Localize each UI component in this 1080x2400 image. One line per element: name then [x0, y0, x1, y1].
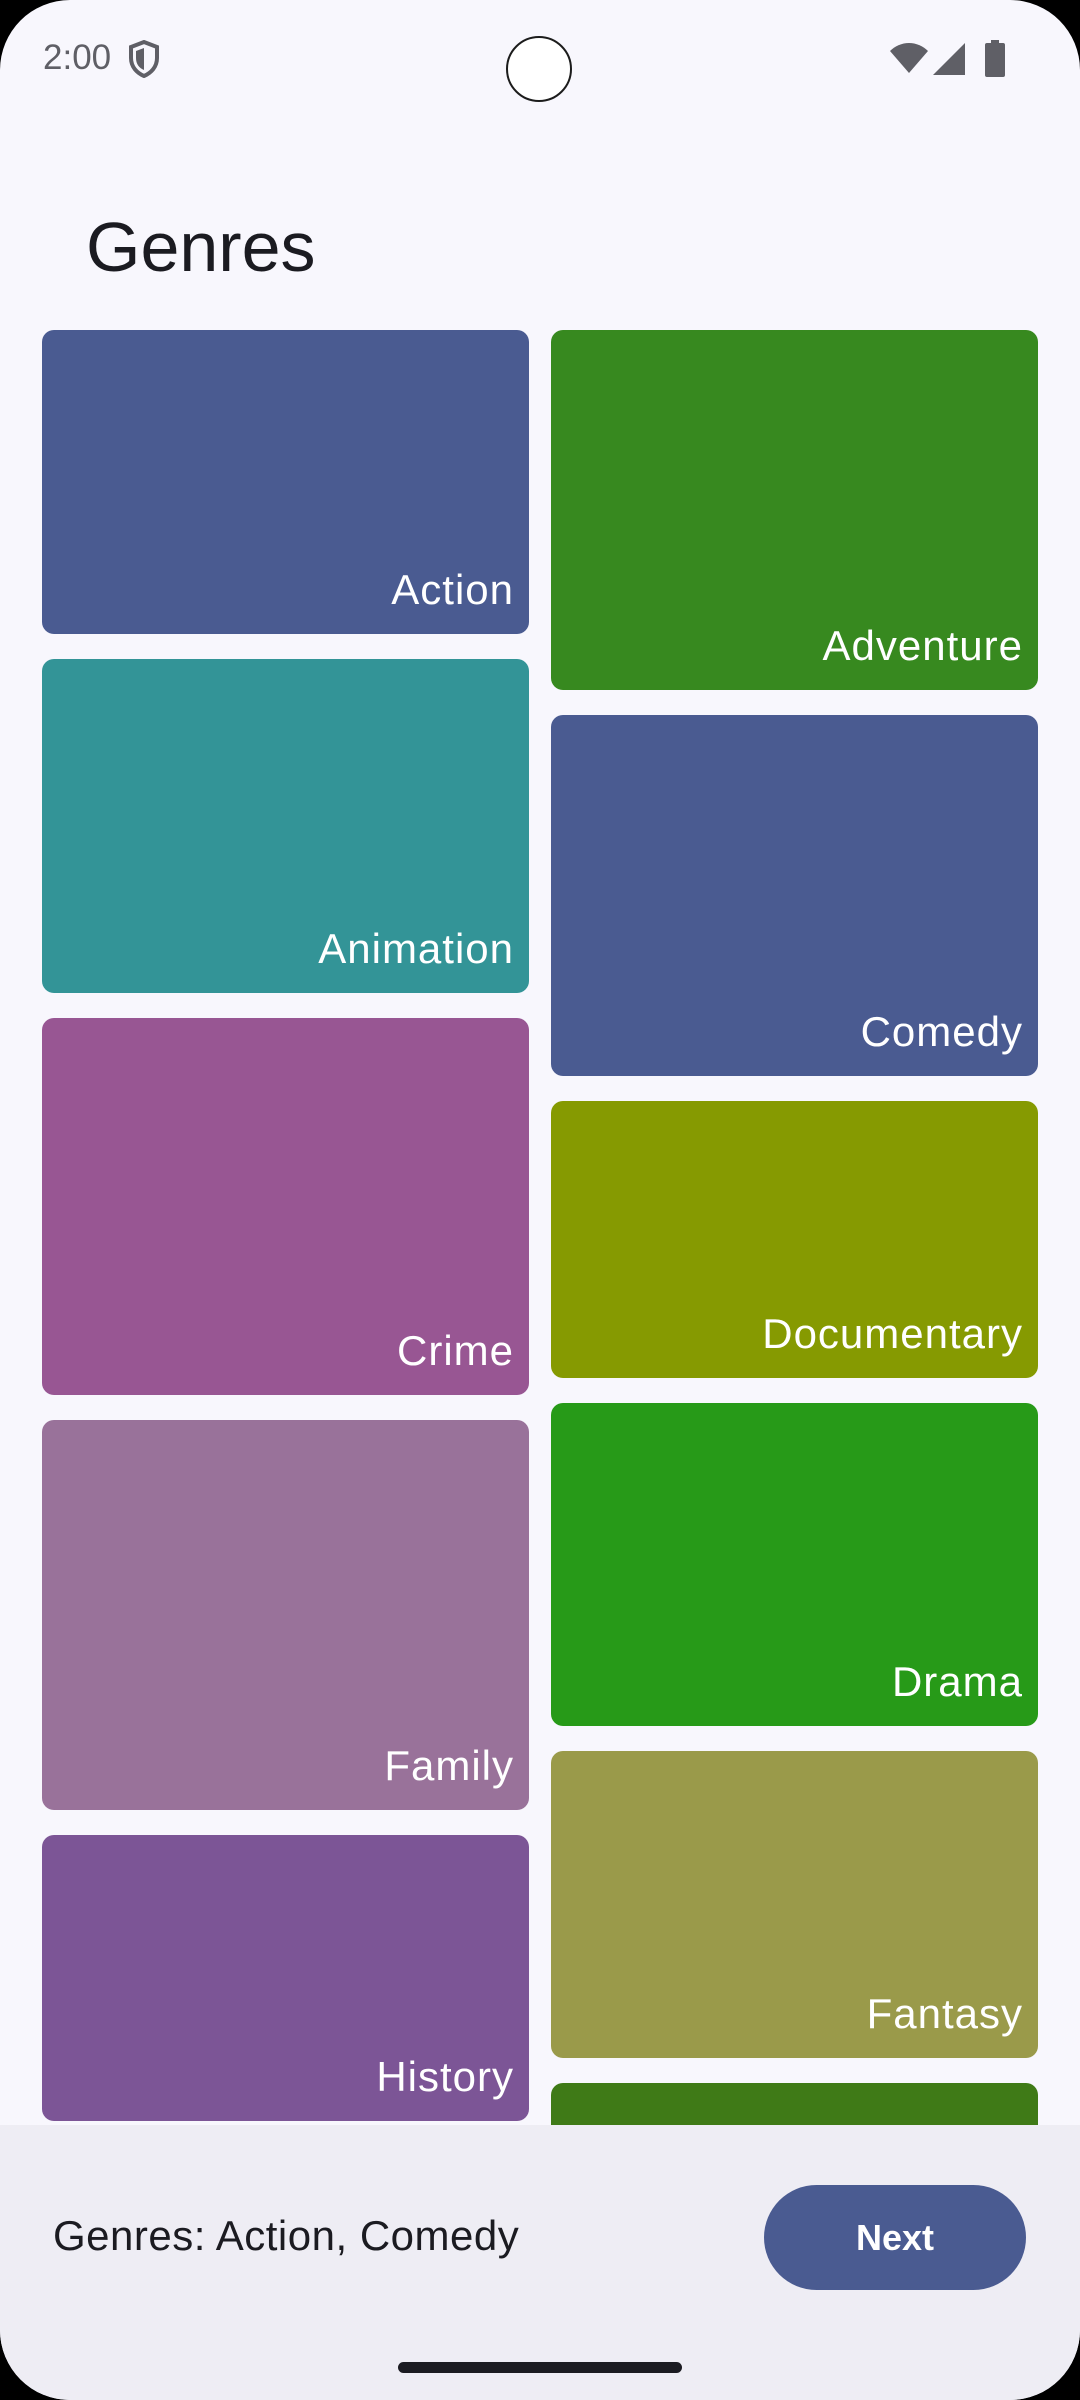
status-time: 2:00 [43, 38, 112, 77]
page-title: Genres [86, 207, 316, 286]
selected-genres-text: Genres: Action, Comedy [53, 2212, 520, 2259]
camera-cutout [506, 36, 572, 102]
genre-tile-label: Animation [318, 925, 514, 972]
bottom-bar: Genres: Action, Comedy Next [0, 2125, 1080, 2400]
genre-tile-drama[interactable]: Drama [551, 1403, 1038, 1726]
battery-icon [985, 40, 1005, 77]
genre-grid: Action Animation Crime Family History Ad… [0, 300, 1080, 2125]
genre-tile-adventure[interactable]: Adventure [551, 330, 1038, 690]
home-indicator[interactable] [398, 2362, 682, 2373]
genre-tile-comedy[interactable]: Comedy [551, 715, 1038, 1076]
genre-tile-label: Adventure [822, 622, 1023, 669]
genre-tile-crime[interactable]: Crime [42, 1018, 529, 1395]
genre-tile-fantasy[interactable]: Fantasy [551, 1751, 1038, 2058]
genre-tile-family[interactable]: Family [42, 1420, 529, 1810]
wifi-icon [890, 43, 928, 73]
genre-tile-action[interactable]: Action [42, 330, 529, 634]
genre-tile-label: Fantasy [866, 1990, 1023, 2037]
genre-column-left: Action Animation Crime Family History [42, 330, 529, 2125]
genre-tile-label: Family [384, 1742, 514, 1789]
genre-tile-label: History [376, 2053, 514, 2100]
app-screen: 2:00 Genres Action Animation Crime Famil… [0, 0, 1080, 2400]
genre-tile-documentary[interactable]: Documentary [551, 1101, 1038, 1378]
genre-tile-history[interactable]: History [42, 1835, 529, 2121]
genre-column-right: Adventure Comedy Documentary Drama Fanta… [551, 330, 1038, 2125]
genre-tile-animation[interactable]: Animation [42, 659, 529, 993]
genre-tile-label: Drama [891, 1658, 1023, 1705]
genre-tile-label: Documentary [762, 1310, 1023, 1357]
genre-tile-label: Crime [397, 1327, 514, 1374]
genre-tile-partial[interactable] [551, 2083, 1038, 2125]
signal-icon [933, 43, 965, 75]
genre-tile-label: Action [391, 566, 514, 613]
next-button[interactable]: Next [764, 2185, 1026, 2290]
shield-icon [129, 40, 159, 78]
genre-tile-label: Comedy [860, 1008, 1023, 1055]
status-bar: 2:00 [0, 0, 1080, 120]
